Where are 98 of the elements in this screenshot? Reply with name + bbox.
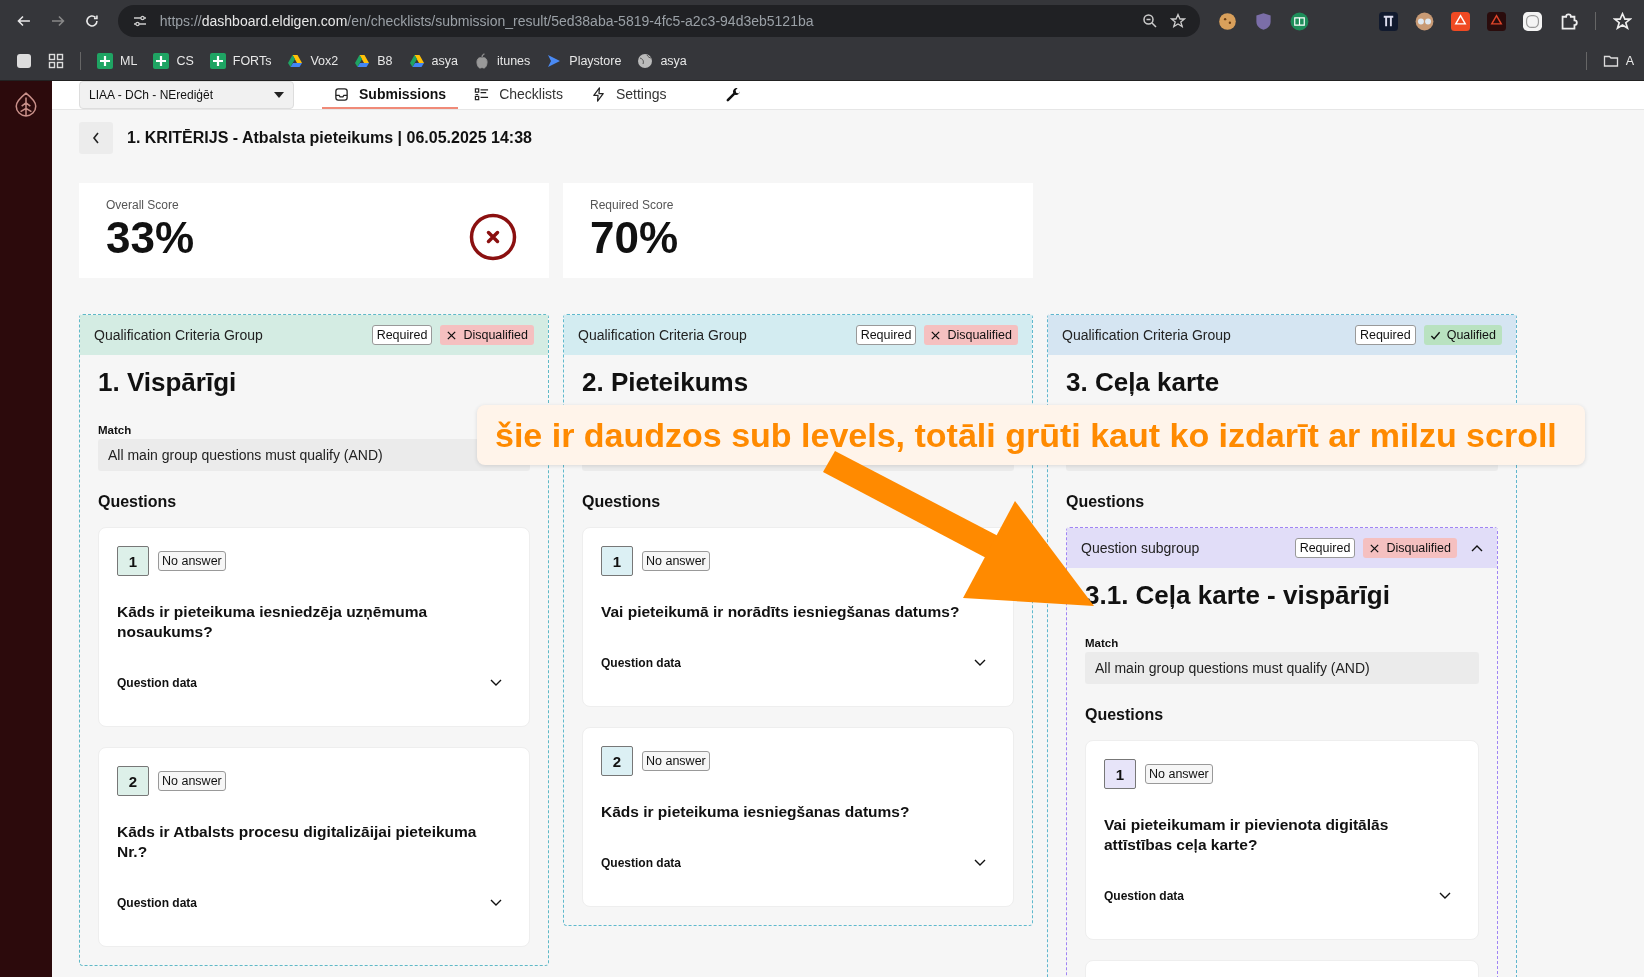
bookmark-folder[interactable]: A (1602, 53, 1634, 69)
status-tag: Disqualified (440, 325, 534, 345)
check-icon (1429, 329, 1441, 341)
question-data-toggle[interactable]: Question data (601, 856, 986, 870)
lightning-icon (590, 86, 606, 102)
questions-heading: Questions (98, 493, 178, 511)
drive-icon (408, 53, 425, 69)
apps-grid-icon[interactable] (48, 53, 64, 69)
extension-icon[interactable] (1379, 11, 1398, 31)
cross-icon (446, 329, 458, 341)
questions-heading: Questions (1085, 706, 1165, 724)
answer-tag: No answer (1145, 764, 1213, 784)
score-label: Overall Score (106, 197, 180, 212)
match-label: Match (98, 424, 133, 436)
forward-icon[interactable] (49, 13, 66, 29)
question-text: Kāds ir pieteikuma iesniedzēja uzņēmuma nosaukums? (117, 602, 429, 642)
score-label: Required Score (590, 197, 675, 212)
star-icon[interactable] (1170, 13, 1186, 29)
match-field[interactable]: All main group questions must qualify (AND) (1085, 652, 1479, 684)
question-text: Vai pieteikumam ir pievienota digitālās attīstības ceļa karte? (1104, 815, 1390, 855)
bookmark[interactable]: FORTs (209, 53, 272, 69)
question-number: 1 (117, 546, 149, 576)
glasses-icon[interactable] (1415, 11, 1434, 31)
required-tag: Required (1354, 325, 1416, 345)
caret-icon (274, 92, 284, 98)
project-dropdown[interactable]: LIAA - DCh - NErediģēt (79, 81, 294, 109)
cross-icon (930, 329, 942, 341)
cookie-icon[interactable] (1218, 11, 1237, 31)
inbox-icon (334, 86, 349, 102)
drive-icon (354, 53, 371, 69)
reload-icon[interactable] (83, 13, 100, 29)
match-label: Match (1085, 637, 1120, 649)
chevron-left-icon (91, 130, 101, 146)
cross-icon (1369, 542, 1381, 554)
back-icon[interactable] (16, 13, 32, 29)
bookmark[interactable]: itunes (473, 53, 531, 69)
answer-tag: No answer (642, 751, 710, 771)
question-data-toggle[interactable]: Question data (1104, 889, 1451, 903)
zoom-out-icon[interactable] (1142, 13, 1158, 29)
list-icon (474, 86, 490, 102)
question-text: Vai pieteikumā ir norādīts iesniegšanas datums? (601, 602, 961, 622)
questions-heading: Questions (1066, 493, 1146, 511)
question-data-toggle[interactable]: Question data (117, 896, 502, 910)
question-data-toggle[interactable]: Question data (601, 656, 986, 670)
group-title: 2. Pieteikums (582, 367, 750, 398)
status-tag: Disqualified (1363, 538, 1457, 558)
questions-heading: Questions (582, 493, 662, 511)
apple-icon (473, 53, 490, 69)
score-value: 70% (590, 212, 679, 264)
globe-icon (637, 53, 654, 69)
address-bar[interactable]: https://dashboard.eldigen.com/en/checklists/submission_result/5ed38aba-5819-4fc5-a2c3-94d3eb5121ba (117, 5, 1200, 37)
puzzle-icon[interactable] (1559, 11, 1578, 31)
question-number: 1 (1104, 759, 1136, 789)
bookmark-star-icon[interactable] (1613, 11, 1632, 31)
folder-icon (1602, 53, 1619, 69)
question-text: Kāds ir pieteikuma iesniegšanas datums? (601, 802, 911, 822)
group-type-label: Qualification Criteria Group (94, 327, 263, 343)
bookmark[interactable]: asya (637, 53, 687, 69)
bookmark[interactable]: ML (97, 53, 138, 69)
shield-icon[interactable] (1254, 11, 1273, 31)
bookmark[interactable]: Vox2 (287, 53, 339, 69)
question-number: 2 (601, 746, 633, 776)
question-text: Kāds ir Atbalsts procesu digitalizāijai pieteikuma Nr.? (117, 822, 478, 862)
required-tag: Required (371, 325, 433, 345)
score-value: 33% (106, 211, 195, 264)
bookmark[interactable]: CS (153, 53, 194, 69)
nav-tab[interactable]: Settings (578, 81, 679, 109)
bookmark[interactable]: Playstore (546, 53, 622, 69)
sheet-icon (97, 53, 113, 69)
question-data-toggle[interactable]: Question data (117, 676, 502, 690)
group-title: 1. Vispārīgi (98, 367, 238, 398)
question-number: 2 (117, 766, 149, 796)
annotation-tooltip: šie ir daudzos sub levels, totāli grūti kaut ko izdarīt ar milzu scroll (477, 405, 1585, 465)
collapse-icon[interactable] (1471, 544, 1483, 552)
answer-tag: No answer (158, 771, 226, 791)
required-tag: Required (855, 325, 917, 345)
required-tag: Required (1294, 538, 1356, 558)
site-settings-icon[interactable] (131, 13, 148, 29)
sheet-icon (209, 53, 226, 69)
sheet-icon (153, 53, 170, 69)
drive-icon (287, 53, 304, 69)
group-type-label: Qualification Criteria Group (578, 327, 747, 343)
status-tag: Qualified (1423, 325, 1502, 345)
bookmark[interactable]: asya (408, 53, 458, 69)
page-title: 1. KRITĒRIJS - Atbalsta pieteikums | 06.05.2025 14:38 (127, 129, 532, 147)
book-icon[interactable] (1290, 11, 1309, 31)
bookmark[interactable]: B8 (354, 53, 393, 69)
group-type-label: Question subgroup (1081, 540, 1200, 556)
question-number: 1 (601, 546, 633, 576)
tab-icon[interactable] (16, 53, 32, 69)
group-title: 3. Ceļa karte (1066, 367, 1221, 398)
wrench-icon[interactable] (724, 86, 742, 104)
nav-tab[interactable]: Checklists (462, 81, 575, 109)
group-type-label: Qualification Criteria Group (1062, 327, 1231, 343)
status-tag: Disqualified (924, 325, 1018, 345)
answer-tag: No answer (642, 551, 710, 571)
nav-tab[interactable]: Submissions (322, 81, 459, 109)
answer-tag: No answer (158, 551, 226, 571)
